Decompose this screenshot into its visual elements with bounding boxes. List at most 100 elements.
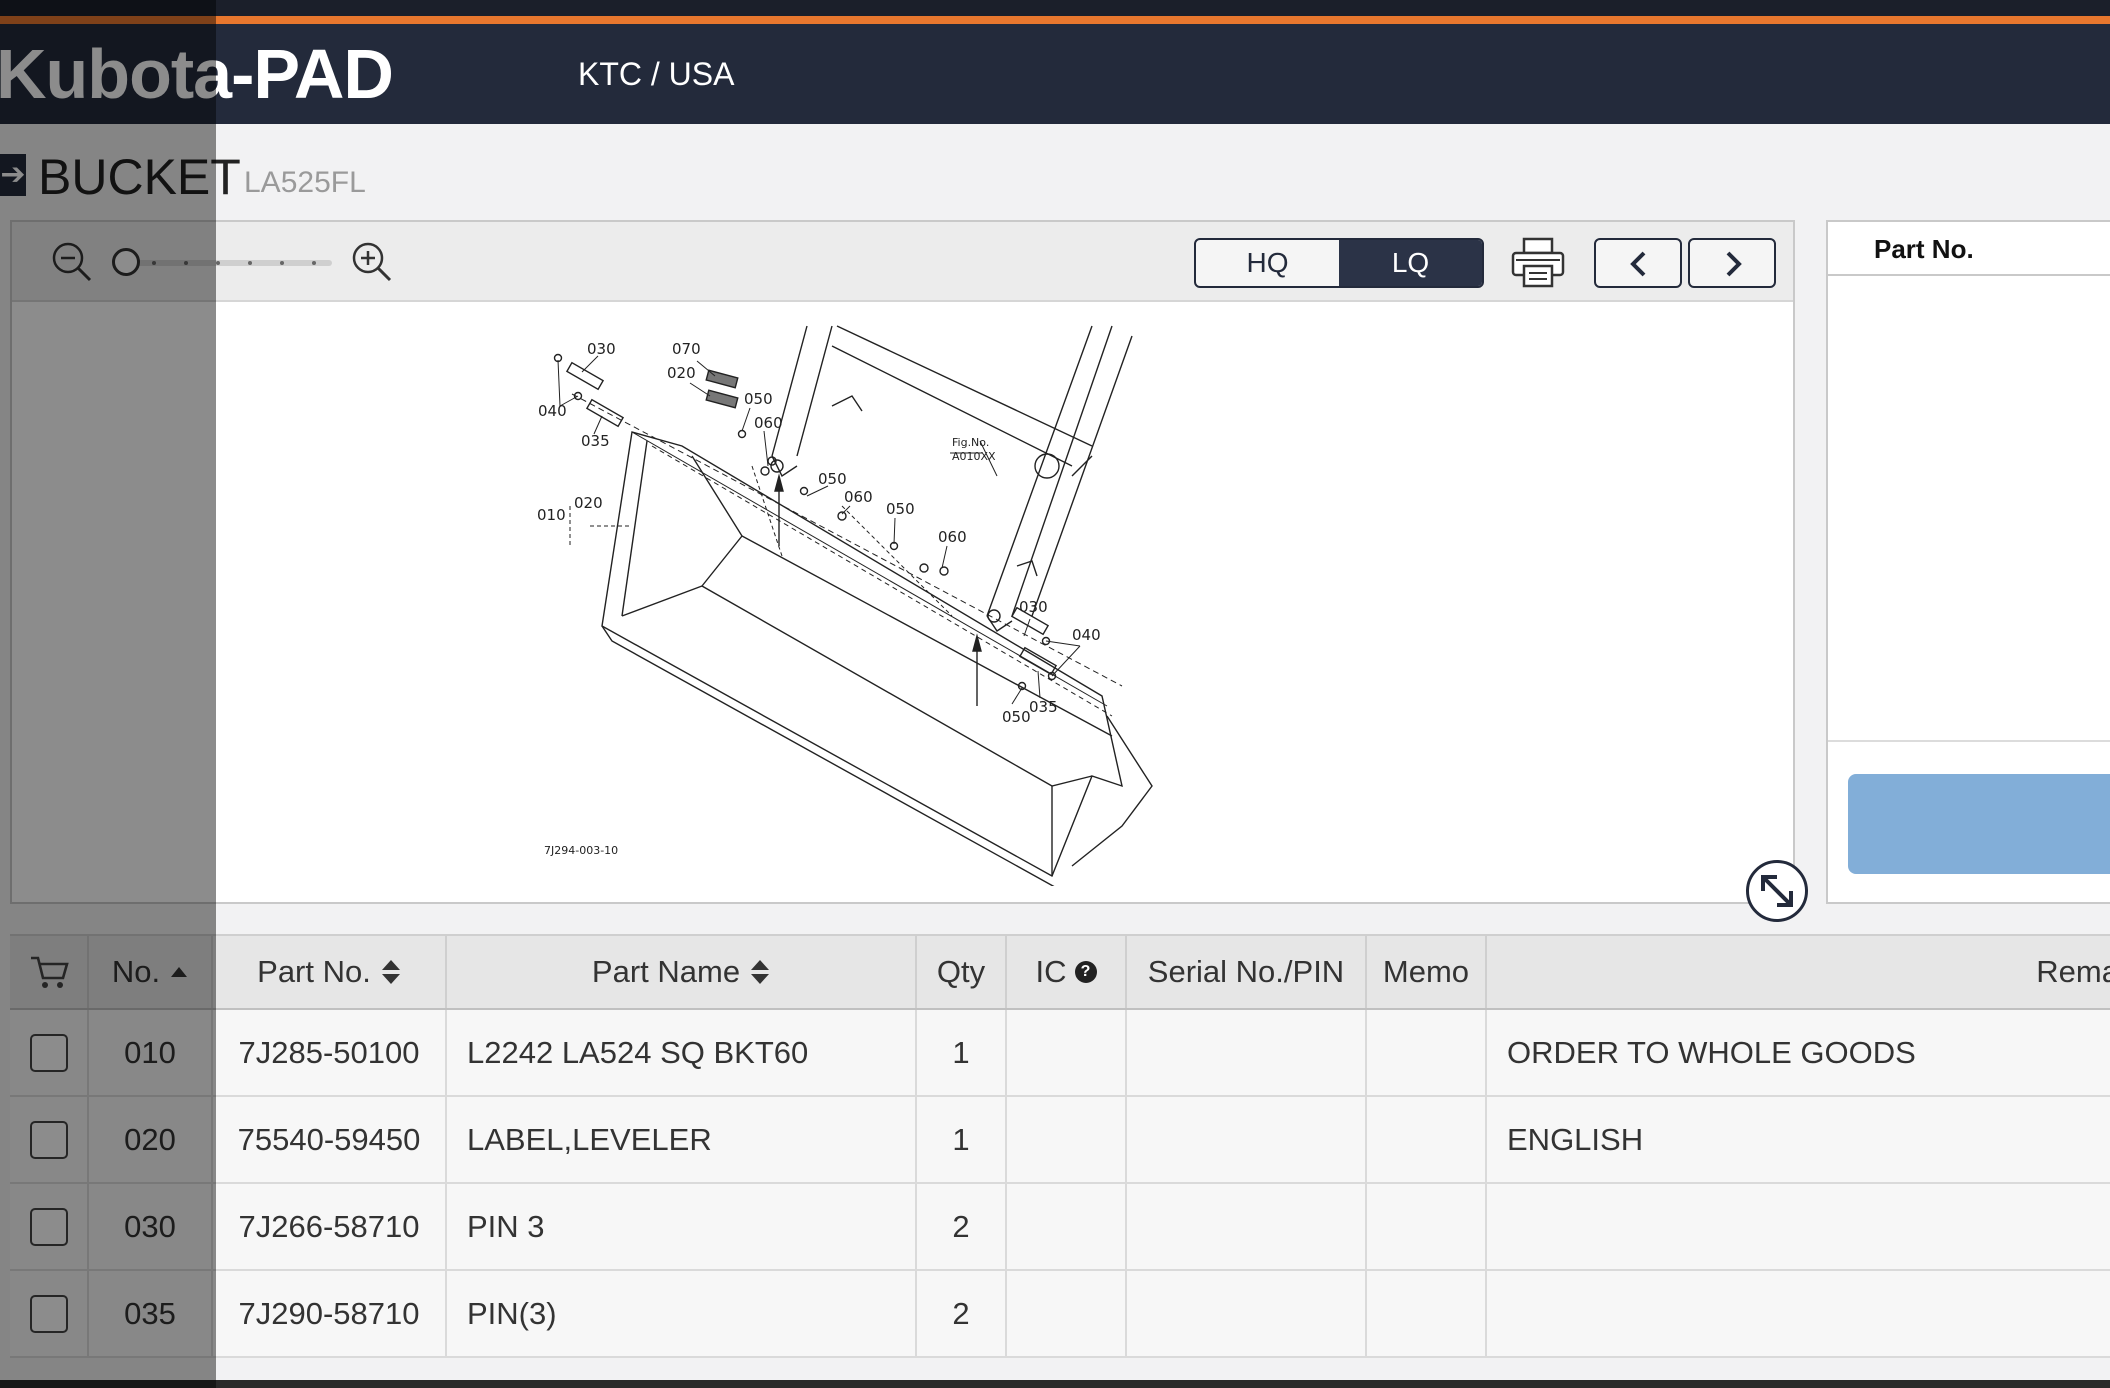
diagram-viewer: HQ LQ 030 070 020 040 050 060 035 050 06…: [10, 220, 1795, 904]
figure-label: Fig.No.: [952, 436, 989, 449]
row-checkbox[interactable]: [29, 1120, 68, 1159]
slider-tick: [248, 261, 252, 265]
callout-label[interactable]: 040: [1072, 626, 1101, 644]
callout-label[interactable]: 050: [1002, 708, 1031, 726]
callout-label[interactable]: 060: [938, 528, 967, 546]
row-ic: [1007, 1184, 1127, 1269]
ic-column-header: IC ?: [1007, 936, 1127, 1008]
row-checkbox[interactable]: [29, 1207, 68, 1246]
row-part-name: LABEL,LEVELER: [447, 1097, 917, 1182]
row-memo[interactable]: [1367, 1097, 1487, 1182]
serial-column-header: Serial No./PIN: [1127, 936, 1367, 1008]
print-icon[interactable]: [1510, 236, 1566, 290]
row-no: 035: [89, 1271, 213, 1356]
top-strip: [0, 0, 2110, 16]
row-part-name: PIN 3: [447, 1184, 917, 1269]
row-memo[interactable]: [1367, 1271, 1487, 1356]
accent-bar: [0, 16, 2110, 24]
part-no-column-header[interactable]: Part No.: [213, 936, 447, 1008]
callout-label[interactable]: 070: [672, 340, 701, 358]
parts-diagram[interactable]: 030 070 020 040 050 060 035 050 060 050 …: [532, 316, 1332, 886]
part-no-header: Part No.: [1874, 234, 1974, 264]
row-part-no[interactable]: 75540-59450: [213, 1097, 447, 1182]
table-header: No. Part No. Part Name Qty IC ? Serial N…: [10, 934, 2110, 1010]
select-cell: [10, 1184, 89, 1269]
row-part-no[interactable]: 7J266-58710: [213, 1184, 447, 1269]
part-list-panel: Part No.: [1826, 220, 2110, 904]
model-label: LA525FL: [244, 166, 366, 199]
part-list-header: Part No.: [1828, 222, 2110, 276]
zoom-out-icon[interactable]: [50, 240, 94, 284]
app-root: Kubota-PAD KTC / USA ➔ BUCKET LA525FL HQ…: [0, 0, 2110, 1388]
callout-label[interactable]: 010: [537, 506, 566, 524]
table-row[interactable]: 010 7J285-50100 L2242 LA524 SQ BKT60 1 O…: [10, 1010, 2110, 1097]
callout-label[interactable]: 050: [818, 470, 847, 488]
chevron-right-icon: [1726, 251, 1742, 277]
remarks-column-header: Rema: [1487, 936, 2110, 1008]
zoom-in-icon[interactable]: [350, 240, 394, 284]
panel-divider: [1828, 740, 2110, 742]
drawing-number: 7J294-003-10: [544, 844, 618, 857]
bottom-strip: [0, 1380, 2110, 1388]
row-qty: 1: [917, 1097, 1007, 1182]
region-label: KTC / USA: [578, 56, 735, 92]
callout-label[interactable]: 030: [1019, 598, 1048, 616]
no-column-header[interactable]: No.: [89, 936, 213, 1008]
app-logo[interactable]: Kubota-PAD: [0, 34, 394, 114]
row-checkbox[interactable]: [29, 1033, 68, 1072]
row-remarks: [1487, 1184, 2110, 1269]
back-arrow-icon[interactable]: ➔: [0, 154, 26, 196]
page-title: BUCKET: [38, 149, 241, 205]
figure-number: A010XX: [952, 450, 996, 463]
row-ic: [1007, 1010, 1127, 1095]
row-no: 020: [89, 1097, 213, 1182]
row-memo[interactable]: [1367, 1184, 1487, 1269]
row-ic: [1007, 1097, 1127, 1182]
callout-label[interactable]: 020: [667, 364, 696, 382]
no-header-label: No.: [111, 954, 161, 989]
callout-label[interactable]: 060: [844, 488, 873, 506]
callout-label[interactable]: 035: [581, 432, 610, 450]
table-row[interactable]: 030 7J266-58710 PIN 3 2: [10, 1184, 2110, 1271]
next-button[interactable]: [1688, 238, 1776, 288]
table-row[interactable]: 035 7J290-58710 PIN(3) 2: [10, 1271, 2110, 1358]
row-checkbox[interactable]: [29, 1294, 68, 1333]
row-serial: [1127, 1097, 1367, 1182]
help-icon[interactable]: ?: [1074, 961, 1097, 983]
zoom-slider-handle[interactable]: [112, 248, 140, 276]
callout-label[interactable]: 050: [744, 390, 773, 408]
quality-toggle: HQ LQ: [1194, 238, 1484, 288]
row-part-no[interactable]: 7J290-58710: [213, 1271, 447, 1356]
row-memo[interactable]: [1367, 1010, 1487, 1095]
chevron-left-icon: [1630, 251, 1646, 277]
select-cell: [10, 1010, 89, 1095]
row-qty: 1: [917, 1010, 1007, 1095]
row-serial: [1127, 1184, 1367, 1269]
callout-label[interactable]: 040: [538, 402, 567, 420]
memo-column-header: Memo: [1367, 936, 1487, 1008]
expand-button[interactable]: [1746, 860, 1808, 922]
callout-label[interactable]: 030: [587, 340, 616, 358]
callout-label[interactable]: 020: [574, 494, 603, 512]
previous-button[interactable]: [1594, 238, 1682, 288]
qty-column-header: Qty: [917, 936, 1007, 1008]
lq-button[interactable]: LQ: [1339, 240, 1482, 286]
row-part-no[interactable]: 7J285-50100: [213, 1010, 447, 1095]
panel-action-button[interactable]: [1848, 774, 2110, 874]
part-name-header-label: Part Name: [591, 954, 741, 989]
callout-label[interactable]: 035: [1029, 698, 1058, 716]
viewer-toolbar: HQ LQ: [12, 222, 1793, 302]
callout-label[interactable]: 050: [886, 500, 915, 518]
parts-table: No. Part No. Part Name Qty IC ? Serial N…: [10, 934, 2110, 1358]
ic-header-label: IC: [1035, 954, 1067, 989]
hq-button[interactable]: HQ: [1196, 240, 1339, 286]
cart-icon: [30, 956, 69, 988]
part-name-column-header[interactable]: Part Name: [447, 936, 917, 1008]
cart-column-header[interactable]: [10, 936, 89, 1008]
table-row[interactable]: 020 75540-59450 LABEL,LEVELER 1 ENGLISH: [10, 1097, 2110, 1184]
zoom-slider[interactable]: [112, 248, 332, 276]
row-remarks: [1487, 1271, 2110, 1356]
callout-label[interactable]: 060: [754, 414, 783, 432]
row-remarks: ENGLISH: [1507, 1121, 1644, 1157]
row-no: 010: [89, 1010, 213, 1095]
